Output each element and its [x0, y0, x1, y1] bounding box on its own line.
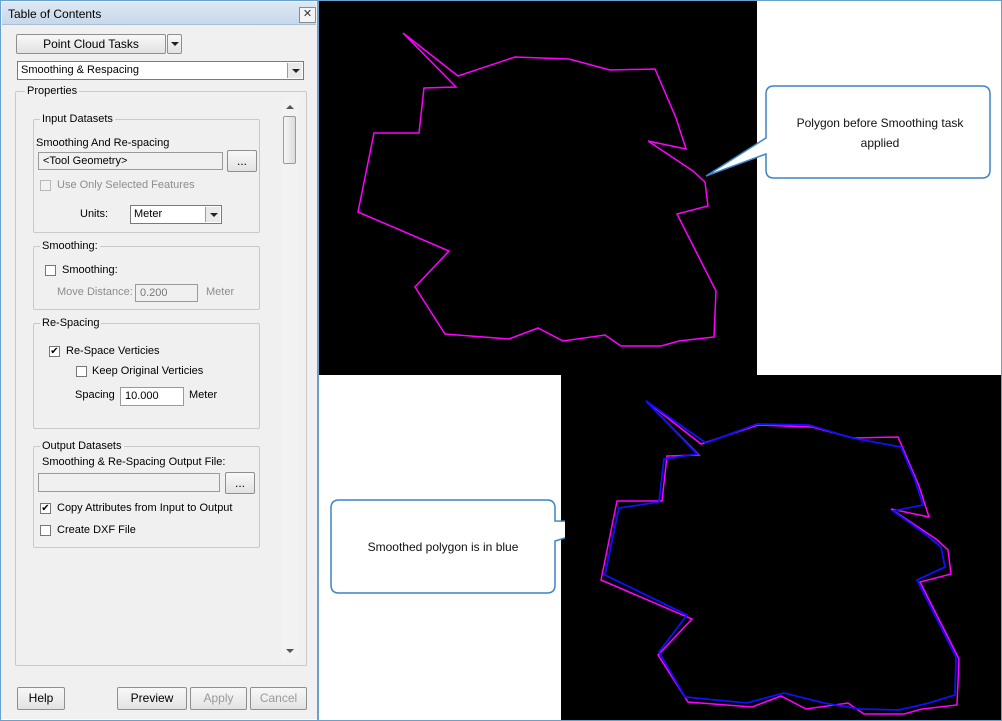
chevron-down-icon — [292, 69, 300, 73]
units-label: Units: — [80, 208, 109, 220]
after-callout-text: Smoothed polygon is in blue — [367, 540, 519, 554]
create-dxf-label: Create DXF File — [57, 524, 136, 536]
preview-button[interactable]: Preview — [117, 687, 187, 710]
input-browse-button[interactable]: ... — [227, 150, 257, 172]
spacing-value: 10.000 — [125, 390, 159, 402]
move-distance-value: 0.200 — [140, 287, 168, 299]
tool-geometry-field[interactable]: <Tool Geometry> — [38, 152, 223, 170]
smoothing-checkbox[interactable] — [45, 265, 56, 276]
task-dropdown-button[interactable]: Point Cloud Tasks — [16, 34, 166, 54]
spacing-label: Spacing — [75, 389, 115, 401]
respacing-title: Re-Spacing — [40, 317, 102, 329]
before-smoothing-view — [319, 1, 1001, 375]
task-select[interactable]: Smoothing & Respacing — [17, 61, 304, 80]
move-distance-unit: Meter — [206, 286, 235, 298]
output-datasets-title: Output Datasets — [40, 440, 124, 452]
units-select[interactable]: Meter — [130, 205, 222, 224]
task-dropdown-toggle[interactable] — [167, 34, 182, 54]
before-whitespace — [757, 1, 1001, 375]
output-browse-button[interactable]: ... — [225, 472, 255, 494]
cancel-label: Cancel — [259, 691, 298, 705]
table-of-contents-panel: Table of Contents ✕ Point Cloud Tasks Sm… — [1, 1, 317, 719]
move-distance-label: Move Distance: — [57, 286, 133, 298]
scroll-up-icon[interactable] — [286, 105, 294, 109]
close-icon[interactable]: ✕ — [299, 7, 316, 23]
properties-label: Properties — [25, 85, 80, 97]
before-canvas — [319, 1, 757, 375]
properties-scrollbar[interactable] — [282, 98, 298, 660]
task-select-value: Smoothing & Respacing — [21, 64, 140, 76]
respace-checkbox[interactable]: ✔ — [49, 346, 60, 357]
copy-attributes-checkbox[interactable]: ✔ — [40, 503, 51, 514]
panel-title: Table of Contents — [8, 7, 102, 21]
tool-geometry-value: <Tool Geometry> — [43, 155, 128, 167]
spacing-input[interactable]: 10.000 — [120, 387, 184, 406]
respace-label: Re-Space Verticies — [66, 345, 160, 357]
panel-titlebar: Table of Contents ✕ — [2, 2, 316, 25]
create-dxf-checkbox[interactable] — [40, 525, 51, 536]
help-button[interactable]: Help — [17, 687, 65, 710]
output-browse-label: ... — [234, 476, 245, 490]
move-distance-input[interactable]: 0.200 — [135, 284, 198, 302]
scroll-thumb[interactable] — [283, 116, 296, 164]
keep-original-checkbox[interactable] — [76, 366, 87, 377]
input-browse-label: ... — [236, 154, 247, 168]
apply-label: Apply — [203, 691, 234, 705]
chevron-down-icon — [171, 42, 179, 46]
input-datasets-title: Input Datasets — [40, 113, 115, 125]
smoothing-checkbox-label: Smoothing: — [62, 264, 118, 276]
cancel-button[interactable]: Cancel — [250, 687, 307, 710]
help-label: Help — [28, 691, 54, 705]
spacing-unit: Meter — [189, 389, 218, 401]
use-selected-checkbox[interactable] — [40, 180, 51, 191]
apply-button[interactable]: Apply — [190, 687, 247, 710]
output-file-field[interactable] — [38, 473, 220, 492]
chevron-down-icon — [210, 213, 218, 217]
task-select-arrow[interactable] — [287, 63, 302, 78]
after-canvas — [561, 375, 1001, 720]
units-select-arrow[interactable] — [205, 207, 220, 222]
scroll-down-icon[interactable] — [286, 649, 294, 653]
preview-label: Preview — [130, 691, 174, 705]
smoothing-respacing-label: Smoothing And Re-spacing — [36, 137, 170, 149]
keep-original-label: Keep Original Verticies — [92, 365, 204, 377]
smoothing-title: Smoothing: — [40, 240, 100, 252]
use-selected-label: Use Only Selected Features — [57, 179, 195, 191]
units-value: Meter — [134, 208, 163, 220]
copy-attributes-label: Copy Attributes from Input to Output — [57, 502, 233, 514]
task-dropdown-label: Point Cloud Tasks — [43, 37, 139, 51]
before-callout-text: Polygon before Smoothing task applied — [796, 116, 964, 150]
output-file-label: Smoothing & Re-Spacing Output File: — [42, 456, 226, 468]
